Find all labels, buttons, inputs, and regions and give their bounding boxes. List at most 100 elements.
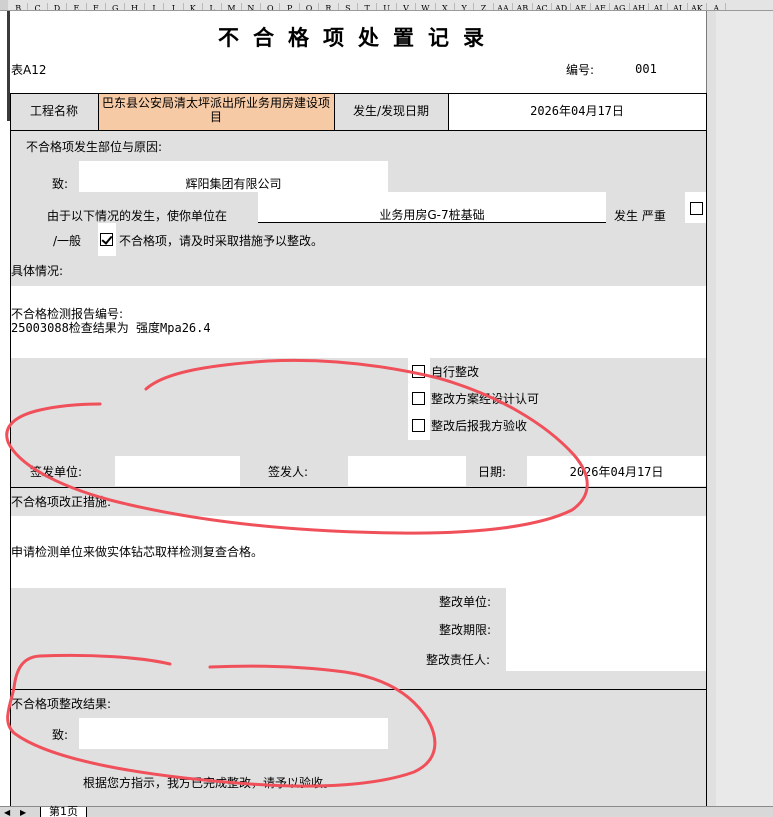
column-header-af[interactable]: AF <box>591 3 611 10</box>
column-header-r[interactable]: R <box>319 3 339 10</box>
border-right <box>706 93 707 806</box>
section1-sentence-prefix: 由于以下情况的发生，使你单位在 <box>47 209 228 223</box>
column-header-ah[interactable]: AH <box>630 3 649 10</box>
correction-text: 申请检测单位来做实体钻芯取样检测复查合格。 <box>11 545 264 559</box>
column-header-ac[interactable]: AC <box>533 3 552 10</box>
column-header-ab[interactable]: AB <box>513 3 533 10</box>
section1-sentence-suffix: 发生 严重 <box>614 209 666 223</box>
result-to-label: 致: <box>52 728 69 742</box>
column-header-b[interactable]: B <box>9 3 29 10</box>
section1-heading: 不合格项发生部位与原因: <box>26 140 163 154</box>
signoff-person-cell[interactable] <box>348 456 466 486</box>
signoff-date-label: 日期: <box>478 465 507 479</box>
correction-deadline-label: 整改期限: <box>439 623 492 637</box>
table-number: 表A12 <box>11 63 47 77</box>
column-header-s[interactable]: S <box>339 3 359 10</box>
correction-responsible-label: 整改责任人: <box>426 653 491 667</box>
column-header-ai[interactable]: AI <box>649 3 669 10</box>
option-report-acceptance-checkbox[interactable] <box>412 419 425 432</box>
column-header-l[interactable]: L <box>203 3 223 10</box>
border-signoff-bottom <box>10 487 707 488</box>
column-header-ae[interactable]: AE <box>571 3 591 10</box>
column-header-o[interactable]: O <box>261 3 281 10</box>
tab-scroll-left-icon[interactable]: ◀ <box>4 808 10 817</box>
column-header-a[interactable]: A <box>707 3 727 10</box>
column-header-p[interactable]: P <box>280 3 300 10</box>
option-self-correct-label: 自行整改 <box>431 365 480 379</box>
column-header-w[interactable]: W <box>416 3 436 10</box>
column-header-aj[interactable]: AJ <box>668 3 688 10</box>
column-header-g[interactable]: G <box>106 3 126 10</box>
signoff-date-cell[interactable]: 2026年04月17日 <box>527 456 706 486</box>
correction-text-cell[interactable]: 申请检测单位来做实体钻芯取样检测复查合格。 <box>11 516 706 588</box>
column-header-q[interactable]: Q <box>300 3 320 10</box>
form-title: 不合格项处置记录 <box>218 25 498 50</box>
border-project-v2 <box>334 93 335 130</box>
correction-heading: 不合格项改正措施: <box>11 495 112 509</box>
column-header-ag[interactable]: AG <box>610 3 630 10</box>
column-header-k[interactable]: K <box>184 3 203 10</box>
column-header-v[interactable]: V <box>397 3 417 10</box>
details-heading: 具体情况: <box>11 264 64 278</box>
signoff-unit-label: 签发单位: <box>30 465 83 479</box>
column-header-m[interactable]: M <box>222 3 242 10</box>
column-header-f[interactable]: F <box>87 3 106 10</box>
column-header-y[interactable]: Y <box>455 3 475 10</box>
column-header-i[interactable]: I <box>145 3 165 10</box>
date-value: 2026年04月17日 <box>530 104 624 118</box>
correction-assignee-cell[interactable] <box>506 588 706 671</box>
border-top <box>10 93 707 94</box>
date-label: 发生/发现日期 <box>352 104 430 118</box>
project-name: 巴东县公安局清太坪派出所业务用房建设项目 <box>102 96 331 124</box>
border-project-v3 <box>448 93 449 130</box>
details-line1: 不合格检测报告编号: <box>11 307 124 321</box>
details-cell[interactable]: 不合格检测报告编号: 25003088检查结果为 强度Mpa26.4 <box>11 286 706 358</box>
column-header-ad[interactable]: AD <box>552 3 572 10</box>
section1-to-label: 致: <box>52 177 69 191</box>
signoff-date-value: 2026年04月17日 <box>569 465 664 479</box>
column-header-e[interactable]: E <box>67 3 87 10</box>
column-header-bar: B C D E F G H I J K L M N O P Q R S T U V W X Y Z AA AB AC AD AE AF AG A… <box>0 0 773 11</box>
column-header-t[interactable]: T <box>358 3 378 10</box>
sheet-tab-bar: ◀ ▶ 第1页 <box>0 806 773 817</box>
date-label-cell: 发生/发现日期 <box>334 93 448 130</box>
column-header-x[interactable]: X <box>436 3 455 10</box>
tab-scroll-right-icon[interactable]: ▶ <box>20 808 26 817</box>
column-header-c[interactable]: C <box>28 3 48 10</box>
column-header-j[interactable]: J <box>164 3 184 10</box>
result-text: 根据您方指示，我方已完成整改，请予以验收。 <box>83 776 336 790</box>
column-header-cells: B C D E F G H I J K L M N O P Q R S T U V W X Y Z AA AB AC AD AE AF AG A… <box>9 0 727 10</box>
details-line2: 25003088检查结果为 强度Mpa26.4 <box>11 321 211 335</box>
project-label: 工程名称 <box>29 104 78 118</box>
serial-cell[interactable]: 001 <box>606 58 686 79</box>
column-header-d[interactable]: D <box>48 3 68 10</box>
sheet-tab-page1[interactable]: 第1页 <box>40 806 87 817</box>
date-cell[interactable]: 2026年04月17日 <box>448 93 706 130</box>
location-cell[interactable]: 业务用房G-7桩基础 <box>258 192 606 223</box>
sheet-edge-rule <box>706 11 716 806</box>
general-checkbox[interactable] <box>100 233 113 246</box>
result-recipient-cell[interactable] <box>79 718 388 749</box>
serial-value: 001 <box>635 62 657 76</box>
column-header-h[interactable]: H <box>125 3 145 10</box>
column-header-u[interactable]: U <box>377 3 397 10</box>
select-all-corner[interactable] <box>0 0 8 10</box>
column-header-z[interactable]: Z <box>474 3 494 10</box>
project-label-cell: 工程名称 <box>10 93 98 130</box>
signoff-unit-cell[interactable] <box>115 456 240 486</box>
section1-sentence-end: 不合格项，请及时采取措施予以整改。 <box>119 234 324 248</box>
border-correction-bottom <box>10 689 707 690</box>
border-project-v1 <box>98 93 99 130</box>
correction-unit-label: 整改单位: <box>439 595 492 609</box>
location-value: 业务用房G-7桩基础 <box>379 208 485 222</box>
project-name-cell[interactable]: 巴东县公安局清太坪派出所业务用房建设项目 <box>98 93 334 130</box>
column-header-aa[interactable]: AA <box>494 3 514 10</box>
signoff-person-label: 签发人: <box>268 465 309 479</box>
column-header-ak[interactable]: AK <box>688 3 708 10</box>
column-header-n[interactable]: N <box>242 3 262 10</box>
severe-checkbox[interactable] <box>690 202 703 215</box>
recipient-cell[interactable]: 辉阳集团有限公司 <box>79 161 388 192</box>
option-self-correct-checkbox[interactable] <box>412 365 425 378</box>
option-design-approval-checkbox[interactable] <box>412 392 425 405</box>
option-report-acceptance-label: 整改后报我方验收 <box>431 419 528 433</box>
